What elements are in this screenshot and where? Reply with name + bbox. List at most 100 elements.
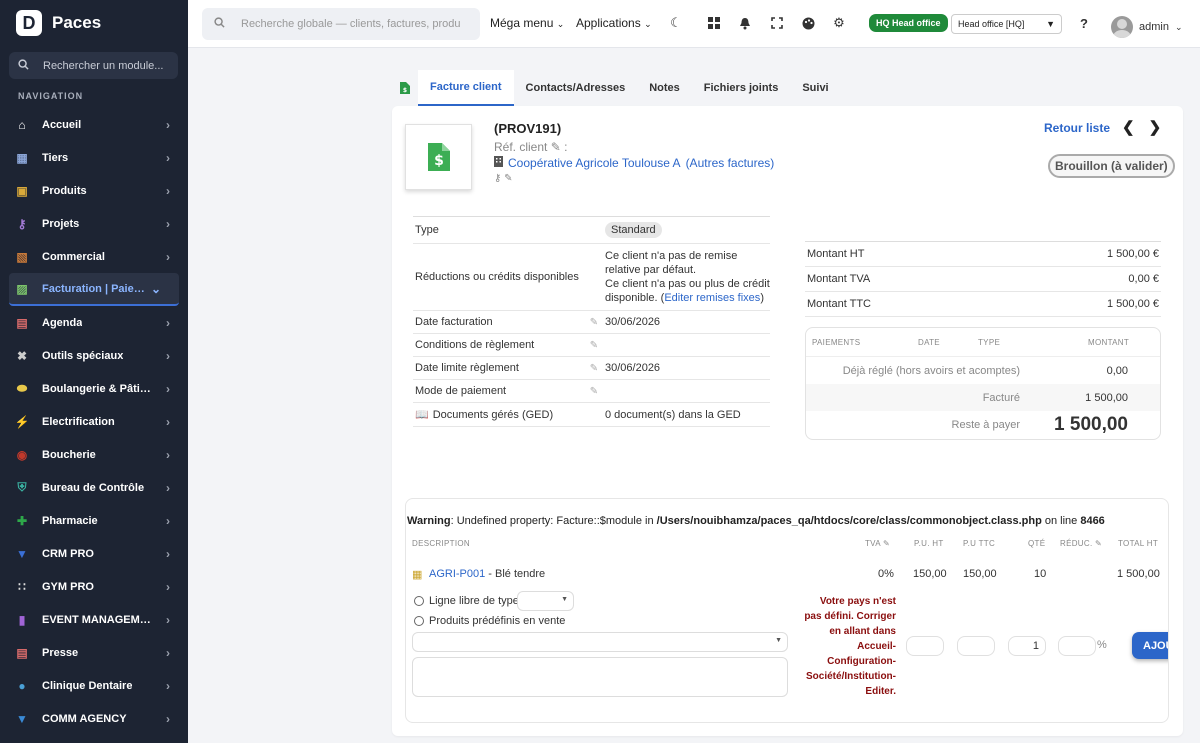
edit-discounts-link[interactable]: Editer remises fixes	[664, 292, 760, 304]
radio-button[interactable]	[414, 616, 424, 626]
palette-icon[interactable]	[800, 15, 816, 31]
free-line-type-select[interactable]: ▼	[517, 591, 574, 611]
thirdparty-link[interactable]: Coopérative Agricole Toulouse A (Autres …	[494, 156, 774, 170]
back-to-list-link[interactable]: Retour liste	[1044, 121, 1110, 135]
pencil-icon[interactable]: ✎	[583, 386, 605, 397]
user-menu[interactable]: admin ⌄	[1111, 16, 1183, 38]
reduc-input[interactable]	[1058, 636, 1096, 656]
sidebar-item-comm-agency[interactable]: ▼ COMM AGENCY ›	[0, 702, 188, 735]
sidebar-item-accueil[interactable]: ⌂ Accueil ›	[0, 108, 188, 141]
tab-notes[interactable]: Notes	[637, 70, 692, 106]
chevron-down-icon: ⌄	[150, 281, 161, 296]
pencil-icon[interactable]: ✎	[1095, 539, 1102, 548]
sidebar-item-boucherie[interactable]: ◉ Boucherie ›	[0, 438, 188, 471]
sidebar-item-boulangerie-p-tisserie[interactable]: ⬬ Boulangerie & Pâtisserie ›	[0, 372, 188, 405]
global-search[interactable]	[202, 8, 480, 40]
line-total: 1 500,00	[1117, 568, 1160, 580]
date-value: 30/06/2026	[605, 316, 661, 328]
bell-icon[interactable]	[737, 15, 753, 31]
mega-menu-dropdown[interactable]: Méga menu ⌄	[490, 16, 564, 30]
sidebar-item-bureau-de-contr-le[interactable]: ⛨ Bureau de Contrôle ›	[0, 471, 188, 504]
next-arrow-icon[interactable]: ❯	[1149, 118, 1162, 136]
radio-button[interactable]	[414, 596, 424, 606]
project-link: ⚷ ✎	[494, 173, 513, 184]
sidebar-item-facturation-paiement[interactable]: ▨ Facturation | Paiement ⌄	[9, 273, 179, 306]
row-payment-mode: Mode de paiement ✎	[413, 380, 770, 403]
sidebar-item-gym-pro[interactable]: ∷ GYM PRO ›	[0, 570, 188, 603]
previous-arrow-icon[interactable]: ❮	[1122, 118, 1135, 136]
pencil-icon[interactable]: ✎	[551, 140, 561, 154]
tva-value: 0,00 €	[1128, 273, 1159, 285]
ged-label: Documents gérés (GED)	[432, 408, 554, 421]
module-search-input[interactable]	[43, 59, 163, 72]
row-ttc: Montant TTC 1 500,00 €	[805, 292, 1161, 317]
col-reduc-label: RÉDUC.	[1060, 539, 1093, 548]
ged-link[interactable]: 0 document(s) dans la GED	[605, 404, 770, 426]
pu-ht-input[interactable]	[957, 636, 995, 656]
gear-icon[interactable]: ⚙	[831, 15, 847, 31]
hq-badge[interactable]: HQ Head office	[869, 14, 948, 32]
sidebar-item-produits[interactable]: ▣ Produits ›	[0, 174, 188, 207]
applications-dropdown[interactable]: Applications ⌄	[576, 16, 652, 30]
description-textarea[interactable]	[412, 657, 788, 697]
cross-icon: ✚	[16, 513, 28, 528]
payments-col-type: TYPE	[978, 337, 1001, 347]
tab-suivi[interactable]: Suivi	[790, 70, 840, 106]
help-icon[interactable]: ?	[1076, 15, 1092, 31]
other-invoices-link[interactable]: (Autres factures)	[686, 156, 775, 170]
tabs: $ Facture client Contacts/Adresses Notes…	[392, 70, 841, 106]
pencil-icon[interactable]: ✎	[883, 539, 890, 548]
tab-fichiers[interactable]: Fichiers joints	[692, 70, 791, 106]
predef-products-radio[interactable]: Produits prédéfinis en vente	[414, 615, 565, 627]
home-icon: ⌂	[18, 117, 26, 132]
col-pu-ht: P.U. HT	[914, 539, 944, 548]
product-ref-link[interactable]: AGRI-P001	[429, 568, 485, 580]
chevron-right-icon: ›	[166, 183, 170, 198]
reste-label: Reste à payer	[951, 418, 1020, 431]
global-search-input[interactable]	[241, 18, 461, 30]
module-search[interactable]	[9, 52, 178, 79]
tab-facture-client[interactable]: Facture client	[418, 70, 514, 106]
pencil-icon[interactable]: ✎	[504, 173, 512, 184]
invoice-tab-icon[interactable]: $	[392, 70, 418, 106]
country-error-message: Votre pays n'est pas défini. Corriger en…	[804, 596, 896, 697]
tva-input[interactable]	[906, 636, 944, 656]
shield-icon: ⛨	[17, 480, 27, 494]
moon-icon[interactable]: ☾	[668, 15, 684, 31]
warning-prefix: Warning	[407, 515, 451, 527]
sidebar-item-crm-pro[interactable]: ▼ CRM PRO ›	[0, 537, 188, 570]
entity-select[interactable]: Head office [HQ] ▼	[951, 14, 1062, 34]
thirdparty-name[interactable]: Coopérative Agricole Toulouse A	[508, 156, 681, 170]
product-select[interactable]: ▼	[412, 632, 788, 652]
sidebar-item-tiers[interactable]: ▦ Tiers ›	[0, 141, 188, 174]
sidebar-item-event-management[interactable]: ▮ EVENT MANAGEMENT ›	[0, 603, 188, 636]
chevron-right-icon: ›	[166, 513, 170, 528]
sidebar-item-pharmacie[interactable]: ✚ Pharmacie ›	[0, 504, 188, 537]
tools-icon: ✖	[16, 348, 28, 363]
sidebar-item-outils-sp-ciaux[interactable]: ✖ Outils spéciaux ›	[0, 339, 188, 372]
grid-icon[interactable]	[706, 15, 722, 31]
sidebar-item-agenda[interactable]: ▤ Agenda ›	[0, 306, 188, 339]
sidebar-item-electrification[interactable]: ⚡ Electrification ›	[0, 405, 188, 438]
sidebar-item-label: Facturation | Paiement	[42, 282, 154, 295]
free-line-radio[interactable]: Ligne libre de type	[414, 595, 519, 607]
sidebar-item-presse[interactable]: ▤ Presse ›	[0, 636, 188, 669]
sidebar-item-clinique-dentaire[interactable]: ● Clinique Dentaire ›	[0, 669, 188, 702]
user-name: admin	[1139, 21, 1169, 33]
add-line-button[interactable]: AJOUTER	[1132, 632, 1168, 659]
record-navigation: ❮ ❯	[1122, 118, 1161, 136]
pencil-icon[interactable]: ✎	[583, 363, 605, 374]
brand[interactable]: D Paces	[16, 10, 101, 36]
sidebar-item-commercial[interactable]: ▧ Commercial ›	[0, 240, 188, 273]
row-reste: Reste à payer 1 500,00	[806, 411, 1160, 438]
fullscreen-icon[interactable]	[769, 15, 785, 31]
tab-contacts[interactable]: Contacts/Adresses	[514, 70, 638, 106]
pencil-icon[interactable]: ✎	[583, 340, 605, 351]
nav-title: NAVIGATION	[18, 91, 84, 101]
pencil-icon[interactable]: ✎	[583, 317, 605, 328]
row-date-limit: Date limite règlement ✎ 30/06/2026	[413, 357, 770, 380]
sidebar-item-projets[interactable]: ⚷ Projets ›	[0, 207, 188, 240]
qty-input[interactable]: 1	[1008, 636, 1046, 656]
invoice-icon: $	[427, 143, 450, 171]
row-conditions: Conditions de règlement ✎	[413, 334, 770, 357]
